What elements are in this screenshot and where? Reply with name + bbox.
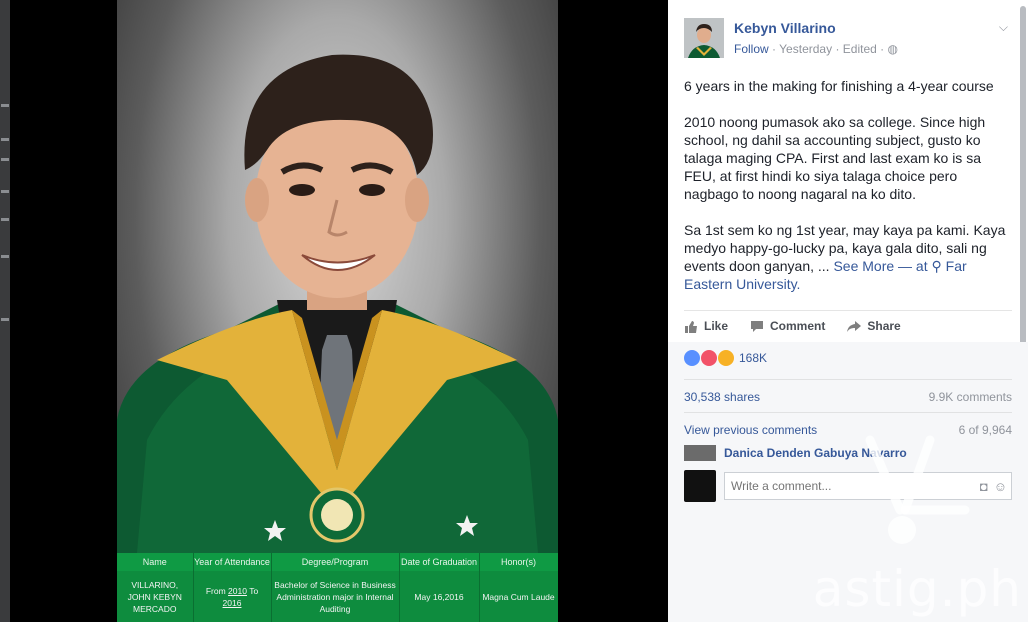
wow-reaction-icon [718,350,734,366]
like-button[interactable]: Like [684,319,728,333]
share-button[interactable]: Share [847,319,901,333]
post-paragraph: 2010 noong pumasok ako sa college. Since… [684,114,986,202]
graduate-portrait-illustration [117,54,558,553]
table-header-row: Name Year of Attendance Degree/Program D… [117,553,558,571]
year-to-label: To [249,585,259,596]
year-end: 2016 [222,597,242,608]
like-label: Like [704,319,729,333]
shares-count[interactable]: 30,538 shares [684,390,760,404]
meta-separator: · [880,42,885,56]
watermark-figure-icon [865,435,970,544]
globe-icon: ◍ [887,42,898,56]
year-start: 2010 [228,585,247,596]
comment-label: Comment [770,319,826,333]
table-cell-honor: Magna Cum Laude [479,571,558,622]
post-meta: Follow · Yesterday · Edited · ◍ [734,42,898,56]
author-name[interactable]: Kebyn Villarino [734,20,836,36]
comments-count[interactable]: 9.9K comments [929,390,1012,404]
share-label: Share [867,319,901,333]
share-icon [847,320,862,332]
post-paragraph: 6 years in the making for finishing a 4-… [684,78,994,94]
chevron-down-icon[interactable]: ⌵ [999,20,1008,35]
post-stats: 30,538 shares 9.9K comments [684,379,1012,404]
table-cell-date: May 16,2016 [399,571,480,622]
edited-label[interactable]: Edited [843,42,877,56]
commenter-avatar[interactable] [684,445,716,461]
graduation-info-table: Name Year of Attendance Degree/Program D… [117,553,558,622]
love-reaction-icon [701,350,717,366]
at-label: — at [898,258,928,274]
graduation-photo[interactable]: Name Year of Attendance Degree/Program D… [117,0,558,622]
meta-separator: · [835,42,840,56]
table-header-degree: Degree/Program [271,553,400,571]
table-cell-year: From 2010 To 2016 [193,571,272,622]
comment-icon [751,320,764,332]
table-cell-name: VILLARINO, JOHN KEBYN MERCADO [117,571,194,622]
year-from-label: From [205,585,226,596]
like-reaction-icon [684,350,700,366]
reactions-summary[interactable]: 168K [684,350,767,366]
see-more-link[interactable]: See More [833,258,894,274]
comment-button[interactable]: Comment [750,319,825,333]
composer-icons: ◘ ☺ [980,479,1007,494]
background-page-strip [0,0,10,622]
table-row: VILLARINO, JOHN KEBYN MERCADO From 2010 … [117,571,558,622]
watermark-text: astig.ph [812,560,1022,618]
table-header-date: Date of Graduation [399,553,480,571]
user-avatar [684,470,716,502]
post-timestamp[interactable]: Yesterday [779,42,832,56]
post-paragraph: Sa 1st sem ko ng 1st year, may kaya pa k… [684,221,1010,293]
location-pin-icon: ⚲ [931,258,942,274]
table-header-name: Name [117,553,194,571]
table-header-honors: Honor(s) [479,553,558,571]
post-text: 6 years in the making for finishing a 4-… [684,77,1010,311]
reaction-count: 168K [739,351,768,365]
follow-link[interactable]: Follow [734,42,769,56]
author-avatar-image [684,18,724,58]
thumbs-up-icon [685,320,697,333]
meta-separator: · [772,42,777,56]
table-header-year: Year of Attendance [193,553,272,571]
post-actions: Like Comment Share [684,310,1012,341]
table-cell-degree: Bachelor of Science in Business Administ… [271,571,400,622]
camera-icon[interactable]: ◘ [980,479,988,494]
author-avatar[interactable] [684,18,724,58]
view-previous-comments-link[interactable]: View previous comments [684,423,817,437]
emoji-icon[interactable]: ☺ [994,479,1007,494]
